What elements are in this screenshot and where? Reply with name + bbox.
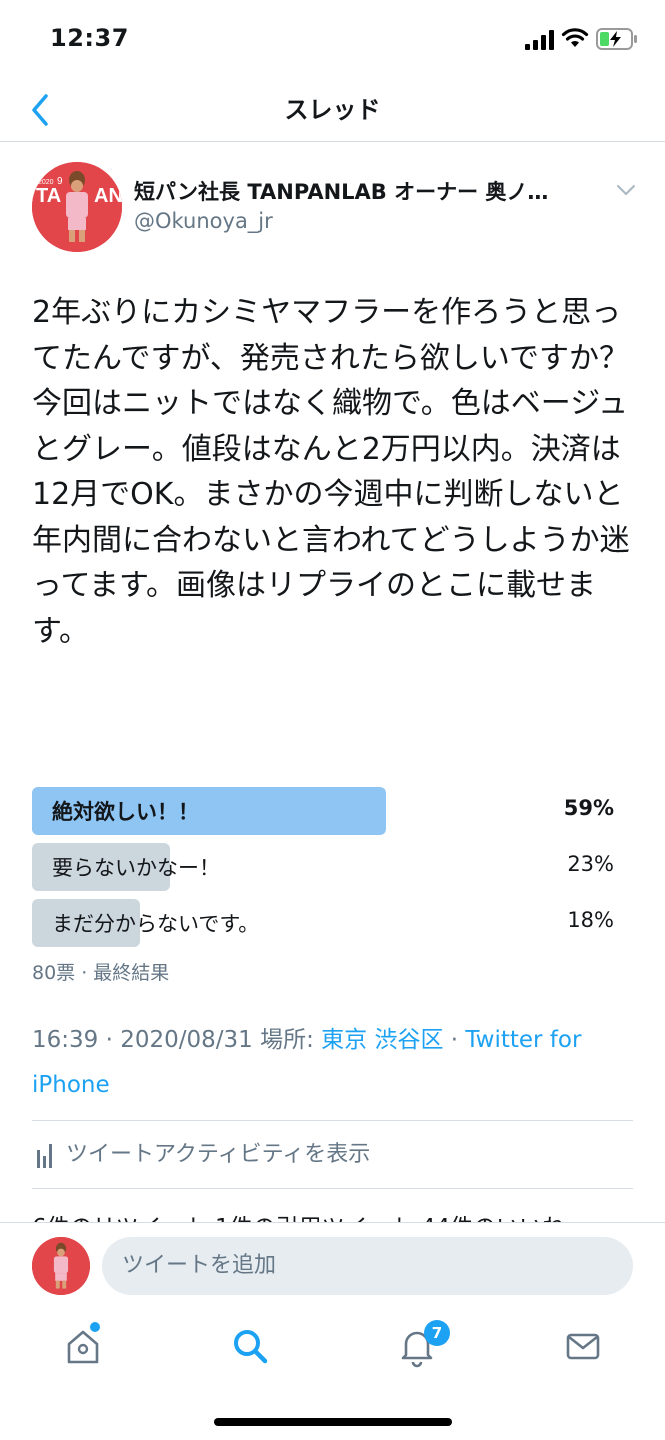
meta-separator: · — [443, 1027, 466, 1053]
search-icon[interactable] — [228, 1324, 272, 1368]
poll-option: 絶対欲しい！！ 59% — [32, 787, 632, 835]
status-bar: 12:37 — [0, 0, 665, 78]
home-indicator — [214, 1418, 452, 1426]
poll-option-percent: 18% — [567, 908, 614, 932]
poll-option-label: まだ分からないです。 — [52, 912, 260, 936]
poll-option: まだ分からないです。 18% — [32, 899, 632, 947]
avatar-image — [32, 1237, 90, 1295]
avatar-image: TA AN 2020 9 — [32, 162, 122, 252]
svg-text:9: 9 — [57, 176, 63, 187]
wifi-icon — [561, 28, 589, 47]
page-title: スレッド — [284, 96, 381, 124]
chevron-down-icon[interactable] — [614, 180, 638, 200]
messages-mail-icon[interactable] — [561, 1324, 605, 1368]
svg-text:TA: TA — [36, 185, 61, 207]
tweet-activity-label: ツイートアクティビティを表示 — [66, 1142, 371, 1167]
cellular-signal-icon — [525, 30, 554, 50]
divider — [32, 1120, 633, 1121]
tab-bar: 7 — [0, 1314, 665, 1440]
analytics-icon — [37, 1144, 52, 1168]
status-time: 12:37 — [50, 24, 129, 52]
notifications-badge: 7 — [424, 1320, 450, 1346]
reply-input[interactable]: ツイートを追加 — [102, 1237, 633, 1295]
home-notification-dot — [90, 1322, 100, 1332]
reply-composer: ツイートを追加 — [0, 1222, 665, 1314]
author-handle[interactable]: @Okunoya_jr — [134, 209, 273, 233]
nav-header: スレッド — [0, 78, 665, 142]
my-avatar[interactable] — [32, 1237, 90, 1295]
svg-text:AN: AN — [94, 185, 122, 207]
poll-option-percent: 23% — [567, 852, 614, 876]
poll-option: 要らないかなー！ 23% — [32, 843, 632, 891]
author-avatar[interactable]: TA AN 2020 9 — [32, 162, 122, 252]
tweet-timestamp: 16:39 · 2020/08/31 場所: — [32, 1027, 322, 1053]
location-link[interactable]: 東京 渋谷区 — [321, 1027, 443, 1053]
poll-votes: 80票 · 最終結果 — [32, 962, 170, 984]
tweet-text: 2年ぶりにカシミヤマフラーを作ろうと思ってたんですが、発売されたら欲しいですか？… — [32, 295, 630, 649]
poll-option-label: 要らないかなー！ — [52, 856, 220, 880]
author-name[interactable]: 短パン社長 TANPANLAB オーナー 奥ノ… — [134, 176, 604, 206]
poll: 絶対欲しい！！ 59% 要らないかなー！ 23% まだ分からないです。 18% — [32, 787, 632, 955]
poll-option-percent: 59% — [563, 796, 614, 820]
tweet-meta: 16:39 · 2020/08/31 場所: 東京 渋谷区 · Twitter … — [32, 1018, 622, 1108]
svg-text:2020: 2020 — [38, 179, 54, 186]
divider — [32, 1188, 633, 1189]
poll-option-label: 絶対欲しい！！ — [52, 800, 199, 824]
battery-charging-icon — [596, 28, 637, 50]
